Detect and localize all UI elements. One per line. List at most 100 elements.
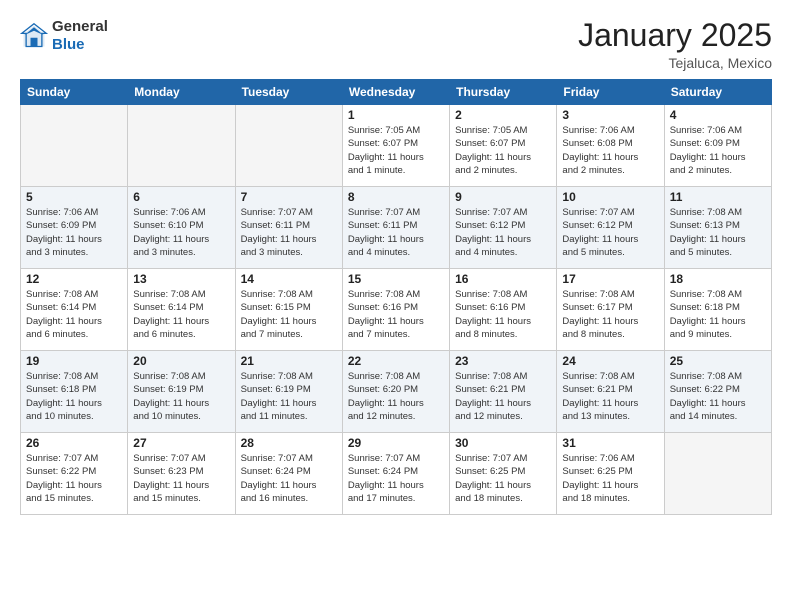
day-info-4: Sunrise: 7:06 AM Sunset: 6:09 PM Dayligh…: [670, 124, 766, 177]
week-row-1: 5 Sunrise: 7:06 AM Sunset: 6:09 PM Daylig…: [21, 187, 772, 269]
cell-w3-d2: 21 Sunrise: 7:08 AM Sunset: 6:19 PM Dayli…: [235, 351, 342, 433]
day-info-24: Sunrise: 7:08 AM Sunset: 6:21 PM Dayligh…: [562, 370, 658, 423]
day-info-6: Sunrise: 7:06 AM Sunset: 6:10 PM Dayligh…: [133, 206, 229, 259]
week-row-2: 12 Sunrise: 7:08 AM Sunset: 6:14 PM Dayli…: [21, 269, 772, 351]
day-num-30: 30: [455, 436, 551, 450]
day-num-17: 17: [562, 272, 658, 286]
week-row-0: 1 Sunrise: 7:05 AM Sunset: 6:07 PM Daylig…: [21, 105, 772, 187]
cell-w4-d2: 28Sunrise: 7:07 AM Sunset: 6:24 PM Dayli…: [235, 433, 342, 515]
logo-icon: [20, 22, 48, 50]
day-info-17: Sunrise: 7:08 AM Sunset: 6:17 PM Dayligh…: [562, 288, 658, 341]
week-row-4: 26Sunrise: 7:07 AM Sunset: 6:22 PM Dayli…: [21, 433, 772, 515]
day-num-10: 10: [562, 190, 658, 204]
cell-w3-d1: 20 Sunrise: 7:08 AM Sunset: 6:19 PM Dayli…: [128, 351, 235, 433]
col-thursday: Thursday: [450, 80, 557, 105]
cell-w2-d0: 12 Sunrise: 7:08 AM Sunset: 6:14 PM Dayli…: [21, 269, 128, 351]
cell-w2-d6: 18 Sunrise: 7:08 AM Sunset: 6:18 PM Dayli…: [664, 269, 771, 351]
day-info-30: Sunrise: 7:07 AM Sunset: 6:25 PM Dayligh…: [455, 452, 551, 505]
day-info-31: Sunrise: 7:06 AM Sunset: 6:25 PM Dayligh…: [562, 452, 658, 505]
day-num-3: 3: [562, 108, 658, 122]
cell-w3-d3: 22 Sunrise: 7:08 AM Sunset: 6:20 PM Dayli…: [342, 351, 449, 433]
cell-w4-d5: 31Sunrise: 7:06 AM Sunset: 6:25 PM Dayli…: [557, 433, 664, 515]
day-num-12: 12: [26, 272, 122, 286]
col-wednesday: Wednesday: [342, 80, 449, 105]
cell-w1-d6: 11 Sunrise: 7:08 AM Sunset: 6:13 PM Dayli…: [664, 187, 771, 269]
cell-w1-d5: 10 Sunrise: 7:07 AM Sunset: 6:12 PM Dayli…: [557, 187, 664, 269]
cell-w4-d6: [664, 433, 771, 515]
day-num-25: 25: [670, 354, 766, 368]
col-sunday: Sunday: [21, 80, 128, 105]
week-row-3: 19 Sunrise: 7:08 AM Sunset: 6:18 PM Dayli…: [21, 351, 772, 433]
cell-w0-d3: 1 Sunrise: 7:05 AM Sunset: 6:07 PM Daylig…: [342, 105, 449, 187]
cell-w2-d4: 16 Sunrise: 7:08 AM Sunset: 6:16 PM Dayli…: [450, 269, 557, 351]
logo-blue: Blue: [52, 36, 85, 53]
month-title: January 2025: [578, 18, 772, 53]
cell-w0-d5: 3Sunrise: 7:06 AM Sunset: 6:08 PM Daylig…: [557, 105, 664, 187]
cell-w3-d4: 23Sunrise: 7:08 AM Sunset: 6:21 PM Dayli…: [450, 351, 557, 433]
day-num-18: 18: [670, 272, 766, 286]
cell-w3-d6: 25 Sunrise: 7:08 AM Sunset: 6:22 PM Dayli…: [664, 351, 771, 433]
day-num-13: 13: [133, 272, 229, 286]
day-info-23: Sunrise: 7:08 AM Sunset: 6:21 PM Dayligh…: [455, 370, 551, 423]
day-num-21: 21: [241, 354, 337, 368]
day-num-6: 6: [133, 190, 229, 204]
cell-w3-d5: 24 Sunrise: 7:08 AM Sunset: 6:21 PM Dayli…: [557, 351, 664, 433]
cell-w0-d0: [21, 105, 128, 187]
day-info-29: Sunrise: 7:07 AM Sunset: 6:24 PM Dayligh…: [348, 452, 444, 505]
day-num-11: 11: [670, 190, 766, 204]
cell-w4-d4: 30 Sunrise: 7:07 AM Sunset: 6:25 PM Dayli…: [450, 433, 557, 515]
day-info-20: Sunrise: 7:08 AM Sunset: 6:19 PM Dayligh…: [133, 370, 229, 423]
calendar-header-row: Sunday Monday Tuesday Wednesday Thursday…: [21, 80, 772, 105]
day-info-8: Sunrise: 7:07 AM Sunset: 6:11 PM Dayligh…: [348, 206, 444, 259]
day-info-22: Sunrise: 7:08 AM Sunset: 6:20 PM Dayligh…: [348, 370, 444, 423]
day-info-12: Sunrise: 7:08 AM Sunset: 6:14 PM Dayligh…: [26, 288, 122, 341]
day-num-14: 14: [241, 272, 337, 286]
day-num-9: 9: [455, 190, 551, 204]
day-info-25: Sunrise: 7:08 AM Sunset: 6:22 PM Dayligh…: [670, 370, 766, 423]
cell-w4-d1: 27Sunrise: 7:07 AM Sunset: 6:23 PM Dayli…: [128, 433, 235, 515]
cell-w2-d5: 17 Sunrise: 7:08 AM Sunset: 6:17 PM Dayli…: [557, 269, 664, 351]
logo-general: General: [52, 18, 108, 35]
title-block: January 2025 Tejaluca, Mexico: [578, 18, 772, 71]
day-num-7: 7: [241, 190, 337, 204]
logo-text: General Blue: [52, 18, 108, 54]
day-info-16: Sunrise: 7:08 AM Sunset: 6:16 PM Dayligh…: [455, 288, 551, 341]
day-info-7: Sunrise: 7:07 AM Sunset: 6:11 PM Dayligh…: [241, 206, 337, 259]
calendar-table: Sunday Monday Tuesday Wednesday Thursday…: [20, 79, 772, 515]
day-info-19: Sunrise: 7:08 AM Sunset: 6:18 PM Dayligh…: [26, 370, 122, 423]
day-num-8: 8: [348, 190, 444, 204]
day-num-4: 4: [670, 108, 766, 122]
day-num-15: 15: [348, 272, 444, 286]
day-num-20: 20: [133, 354, 229, 368]
day-num-26: 26: [26, 436, 122, 450]
col-monday: Monday: [128, 80, 235, 105]
day-info-21: Sunrise: 7:08 AM Sunset: 6:19 PM Dayligh…: [241, 370, 337, 423]
cell-w1-d0: 5 Sunrise: 7:06 AM Sunset: 6:09 PM Daylig…: [21, 187, 128, 269]
logo: General Blue: [20, 18, 108, 54]
cell-w2-d3: 15Sunrise: 7:08 AM Sunset: 6:16 PM Dayli…: [342, 269, 449, 351]
day-num-19: 19: [26, 354, 122, 368]
day-info-5: Sunrise: 7:06 AM Sunset: 6:09 PM Dayligh…: [26, 206, 122, 259]
cell-w2-d2: 14 Sunrise: 7:08 AM Sunset: 6:15 PM Dayli…: [235, 269, 342, 351]
cell-w1-d1: 6 Sunrise: 7:06 AM Sunset: 6:10 PM Daylig…: [128, 187, 235, 269]
cell-w0-d6: 4 Sunrise: 7:06 AM Sunset: 6:09 PM Daylig…: [664, 105, 771, 187]
day-info-11: Sunrise: 7:08 AM Sunset: 6:13 PM Dayligh…: [670, 206, 766, 259]
day-num-2: 2: [455, 108, 551, 122]
day-num-16: 16: [455, 272, 551, 286]
day-num-24: 24: [562, 354, 658, 368]
location: Tejaluca, Mexico: [578, 55, 772, 71]
day-num-27: 27: [133, 436, 229, 450]
day-num-22: 22: [348, 354, 444, 368]
cell-w0-d4: 2Sunrise: 7:05 AM Sunset: 6:07 PM Daylig…: [450, 105, 557, 187]
cell-w3-d0: 19 Sunrise: 7:08 AM Sunset: 6:18 PM Dayli…: [21, 351, 128, 433]
day-info-14: Sunrise: 7:08 AM Sunset: 6:15 PM Dayligh…: [241, 288, 337, 341]
cell-w4-d0: 26Sunrise: 7:07 AM Sunset: 6:22 PM Dayli…: [21, 433, 128, 515]
day-num-28: 28: [241, 436, 337, 450]
day-num-5: 5: [26, 190, 122, 204]
col-tuesday: Tuesday: [235, 80, 342, 105]
day-num-1: 1: [348, 108, 444, 122]
day-info-18: Sunrise: 7:08 AM Sunset: 6:18 PM Dayligh…: [670, 288, 766, 341]
day-info-9: Sunrise: 7:07 AM Sunset: 6:12 PM Dayligh…: [455, 206, 551, 259]
day-info-1: Sunrise: 7:05 AM Sunset: 6:07 PM Dayligh…: [348, 124, 444, 177]
day-info-10: Sunrise: 7:07 AM Sunset: 6:12 PM Dayligh…: [562, 206, 658, 259]
